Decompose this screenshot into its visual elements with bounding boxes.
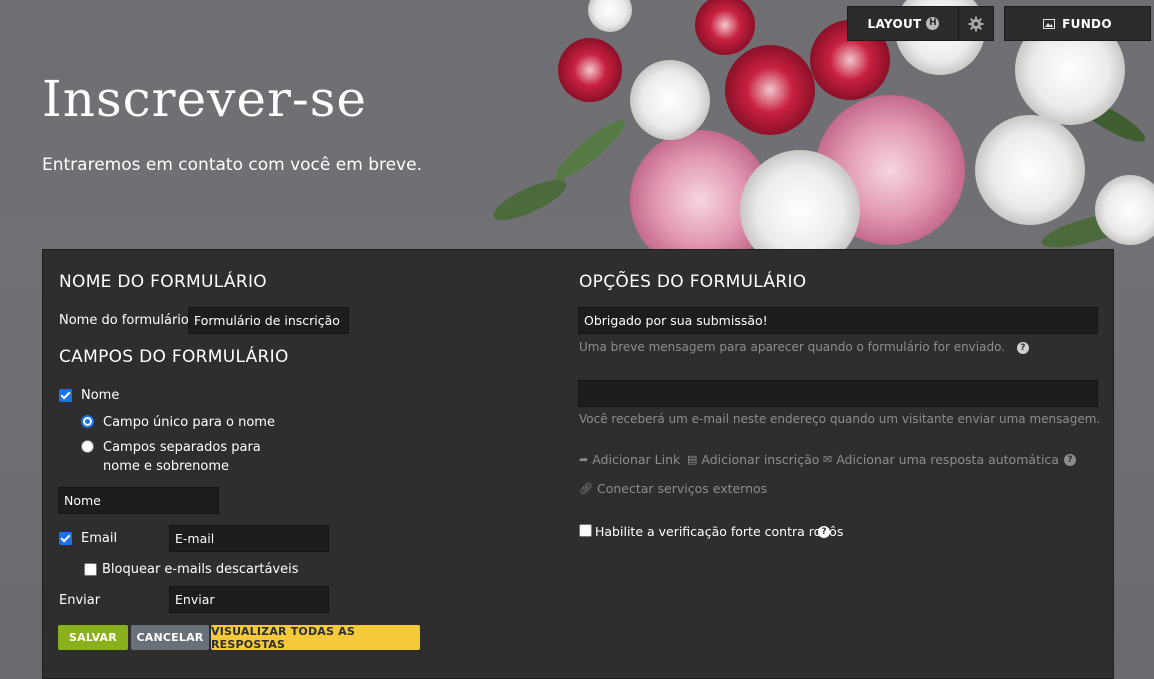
thanks-message-help-text: Uma breve mensagem para aparecer quando … [579,340,1006,354]
layout-badge: H [926,17,940,30]
gear-icon [968,16,984,31]
background-button[interactable]: FUNDO [1004,6,1151,41]
name-checkbox[interactable] [59,389,72,402]
form-name-label: Nome do formulário [59,313,189,328]
single-name-radio-label: Campo único para o nome [103,415,275,430]
mail-icon: ✉ [823,453,833,466]
robot-check-label: Habilite a verificação forte contra robô… [595,524,844,539]
list-icon: ▤ [687,453,698,466]
layout-button[interactable]: LAYOUT H [847,6,959,41]
thanks-message-help: Uma breve mensagem para aparecer quando … [579,340,1029,354]
question-icon[interactable]: ? [1016,341,1029,354]
single-name-radio[interactable] [81,415,94,428]
layout-label: LAYOUT [867,16,922,31]
submit-text-input[interactable] [169,586,329,613]
view-all-responses-button[interactable]: VISUALIZAR TODAS AS RESPOSTAS [211,625,420,651]
notification-email-input[interactable] [578,380,1098,407]
block-disposable-label: Bloquear e-mails descartáveis [102,562,299,577]
question-icon[interactable]: ? [818,526,830,538]
robot-check-checkbox[interactable] [579,524,592,537]
form-name-input[interactable] [188,307,349,334]
thanks-message-input[interactable] [578,307,1098,334]
add-link-action[interactable]: ➦ Adicionar Link [579,452,680,467]
form-settings-panel: NOME DO FORMULÁRIO Nome do formulário CA… [42,249,1114,679]
share-icon: ➦ [579,453,589,466]
submit-label: Enviar [59,593,101,608]
form-options-section-title: OPÇÕES DO FORMULÁRIO [579,272,807,292]
page-subtitle: Entraremos em contato com você em breve. [42,155,422,175]
email-checkbox-label: Email [81,531,118,546]
separate-name-radio-label: Campos separados para [103,440,261,455]
background-label: FUNDO [1062,16,1112,31]
link-icon: 🔗︎ [579,482,593,495]
separate-name-radio-label-2: nome e sobrenome [103,459,230,474]
settings-button[interactable] [958,6,994,41]
add-subscription-label: Adicionar inscrição [701,452,820,467]
form-fields-section-title: CAMPOS DO FORMULÁRIO [59,347,289,367]
connect-services-label: Conectar serviços externos [596,481,768,496]
form-name-section-title: NOME DO FORMULÁRIO [59,272,267,292]
cancel-button[interactable]: CANCELAR [131,625,209,650]
connect-services-action[interactable]: 🔗︎ Conectar serviços externos [579,481,767,496]
notification-email-help: Você receberá um e-mail neste endereço q… [579,412,1101,426]
add-autoresponse-action[interactable]: ✉ Adicionar uma resposta automática ? [823,452,1076,467]
separate-name-radio[interactable] [81,440,94,453]
page-title: Inscrever-se [42,70,367,128]
save-button[interactable]: SALVAR [58,625,128,650]
name-checkbox-label: Nome [81,388,120,403]
block-disposable-checkbox[interactable] [84,563,97,576]
image-icon [1043,18,1056,29]
add-link-label: Adicionar Link [592,452,681,467]
name-field-input[interactable] [58,487,219,514]
email-checkbox[interactable] [59,532,72,545]
add-autoresponse-label: Adicionar uma resposta automática [836,452,1059,467]
email-field-input[interactable] [169,525,329,552]
question-icon[interactable]: ? [1063,453,1076,466]
add-subscription-action[interactable]: ▤ Adicionar inscrição [687,452,819,467]
